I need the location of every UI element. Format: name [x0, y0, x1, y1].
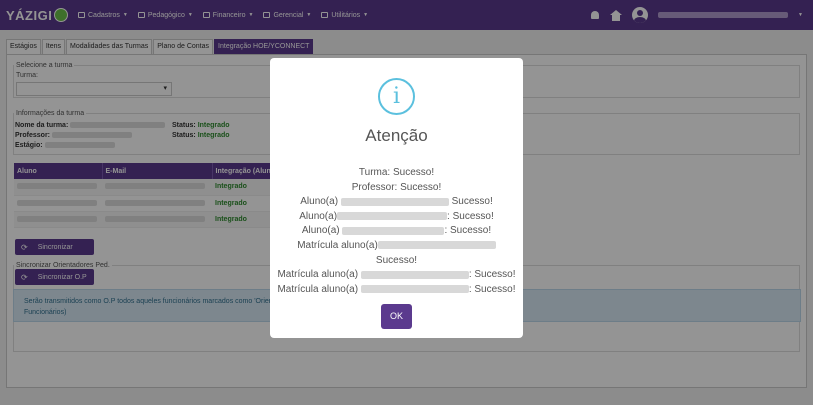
msg-prefix: Matrícula aluno(a) — [297, 239, 378, 251]
msg-prefix: Matrícula aluno(a) — [277, 269, 359, 281]
ok-button[interactable]: OK — [381, 304, 412, 329]
redacted — [377, 241, 496, 250]
msg-aluno-3: Aluno(a) : Sucesso! — [270, 224, 523, 239]
msg-aluno-1: Aluno(a) Sucesso! — [270, 195, 523, 210]
redacted — [337, 212, 448, 221]
msg-matricula-2: Matrícula aluno(a) : Sucesso! — [270, 268, 523, 283]
msg-turma: Turma: Sucesso! — [358, 167, 435, 178]
msg-aluno-2: Aluno(a) : Sucesso! — [270, 210, 523, 225]
msg-suffix: Sucesso! — [451, 196, 493, 208]
info-icon: i — [378, 78, 415, 115]
dialog-message: Turma: Sucesso! Professor: Sucesso! Alun… — [270, 166, 523, 297]
msg-suffix: : Sucesso! — [468, 283, 516, 295]
msg-professor: Professor: Sucesso! — [351, 181, 442, 193]
redacted — [340, 197, 449, 206]
redacted — [342, 226, 445, 235]
msg-matricula-3: Matrícula aluno(a) : Sucesso! — [270, 283, 523, 298]
msg-matricula-1-suffix: Sucesso! — [375, 254, 418, 266]
msg-prefix: Aluno(a) — [301, 225, 340, 237]
msg-suffix: : Sucesso! — [444, 225, 492, 237]
msg-suffix: : Sucesso! — [447, 210, 494, 222]
msg-prefix: Matrícula aluno(a) — [277, 283, 359, 295]
msg-suffix: : Sucesso! — [468, 269, 516, 281]
msg-matricula-1: Matrícula aluno(a) — [270, 239, 523, 254]
dialog-title: Atenção — [365, 126, 428, 145]
redacted — [360, 270, 469, 279]
redacted — [360, 285, 469, 294]
alert-dialog: i Atenção Turma: Sucesso! Professor: Suc… — [270, 58, 523, 338]
msg-prefix: Aluno(a) — [300, 196, 339, 208]
msg-prefix: Aluno(a) — [299, 210, 338, 222]
